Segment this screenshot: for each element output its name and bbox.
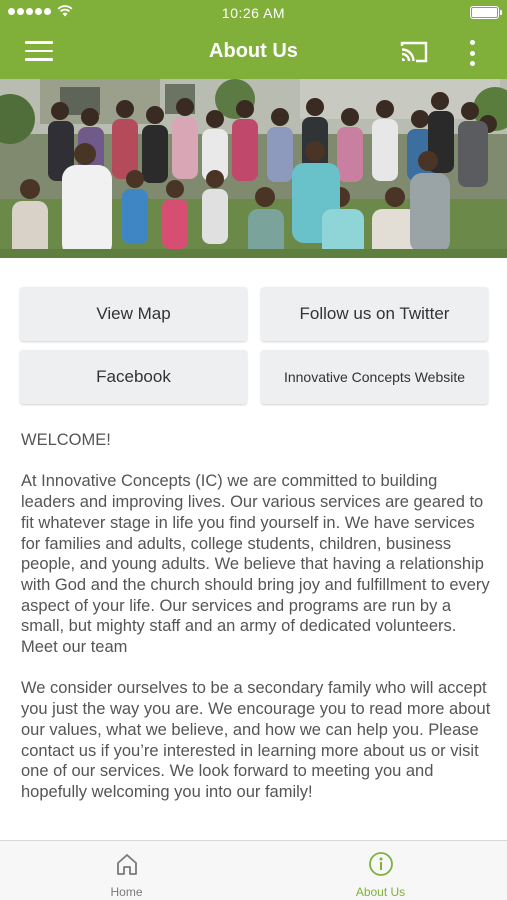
tab-about-us-label: About Us <box>355 885 406 899</box>
tab-about-us[interactable]: About Us <box>254 841 507 900</box>
page-title: About Us <box>209 40 298 62</box>
view-map-button[interactable]: View Map <box>20 287 247 341</box>
about-content: WELCOME! At Innovative Concepts (IC) we … <box>21 430 491 823</box>
about-paragraph-1: At Innovative Concepts (IC) we are commi… <box>21 472 490 657</box>
app-bar: About Us <box>0 26 507 79</box>
group-photo <box>0 79 507 258</box>
home-icon <box>116 854 137 875</box>
tab-bar: Home About Us <box>0 840 507 900</box>
website-button[interactable]: Innovative Concepts Website <box>261 350 488 404</box>
welcome-heading: WELCOME! <box>21 431 111 449</box>
info-icon <box>368 852 393 876</box>
more-options-icon[interactable] <box>467 40 477 66</box>
about-paragraph-2: We consider ourselves to be a secondary … <box>21 679 491 801</box>
status-time: 10:26 AM <box>221 5 286 21</box>
tab-home-label: Home <box>110 885 143 899</box>
status-bar: 10:26 AM <box>0 0 507 26</box>
cast-icon[interactable] <box>399 40 429 64</box>
battery-icon <box>470 6 502 19</box>
facebook-button[interactable]: Facebook <box>20 350 247 404</box>
follow-twitter-button[interactable]: Follow us on Twitter <box>261 287 488 341</box>
tab-home[interactable]: Home <box>0 841 253 900</box>
